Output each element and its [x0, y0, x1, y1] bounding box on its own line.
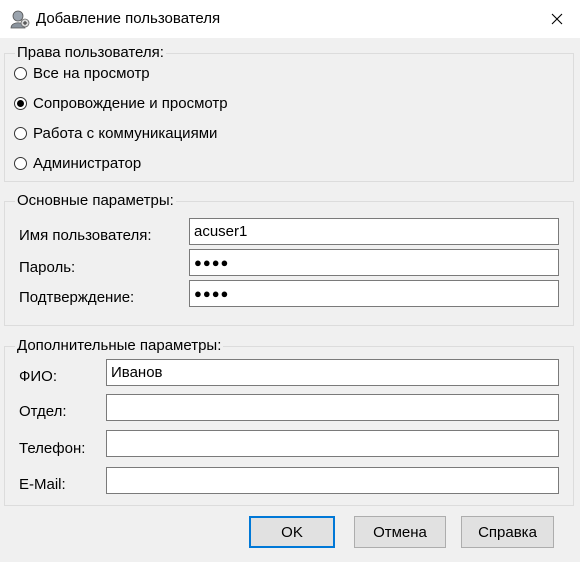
phone-label: Телефон: — [19, 440, 86, 457]
radio-label: Сопровождение и просмотр — [33, 95, 228, 112]
password-label: Пароль: — [19, 259, 76, 276]
radio-communications[interactable]: Работа с коммуникациями — [14, 125, 217, 142]
phone-field[interactable] — [106, 430, 559, 457]
rights-group-title: Права пользователя: — [15, 44, 166, 61]
radio-administrator[interactable]: Администратор — [14, 155, 141, 172]
radio-circle[interactable] — [14, 67, 27, 80]
title-bar: Добавление пользователя — [0, 0, 580, 38]
radio-label: Администратор — [33, 155, 142, 172]
department-field[interactable] — [106, 394, 559, 421]
department-label: Отдел: — [19, 403, 67, 420]
radio-label: Все на просмотр — [33, 65, 150, 82]
radio-label: Работа с коммуникациями — [33, 125, 218, 142]
close-icon — [551, 13, 563, 25]
fio-label: ФИО: — [19, 368, 58, 385]
cancel-button[interactable]: Отмена — [354, 516, 446, 548]
username-field[interactable]: acuser1 — [189, 218, 559, 245]
radio-circle[interactable] — [14, 127, 27, 140]
ok-button[interactable]: OK — [249, 516, 335, 548]
username-label: Имя пользователя: — [19, 227, 152, 244]
main-params-title: Основные параметры: — [15, 192, 176, 209]
radio-circle-selected[interactable] — [14, 97, 27, 110]
radio-circle[interactable] — [14, 157, 27, 170]
confirm-password-field[interactable]: ●●●● — [189, 280, 559, 307]
window-title: Добавление пользователя — [36, 10, 221, 27]
confirm-label: Подтверждение: — [19, 289, 135, 306]
radio-support-view[interactable]: Сопровождение и просмотр — [14, 95, 228, 112]
fio-field[interactable]: Иванов — [106, 359, 559, 386]
extra-params-title: Дополнительные параметры: — [15, 337, 224, 354]
email-label: E-Mail: — [19, 476, 66, 493]
help-button[interactable]: Справка — [461, 516, 554, 548]
password-field[interactable]: ●●●● — [189, 249, 559, 276]
users-app-icon — [10, 10, 30, 29]
radio-view-all[interactable]: Все на просмотр — [14, 65, 150, 82]
email-field[interactable] — [106, 467, 559, 494]
close-button[interactable] — [534, 0, 580, 38]
